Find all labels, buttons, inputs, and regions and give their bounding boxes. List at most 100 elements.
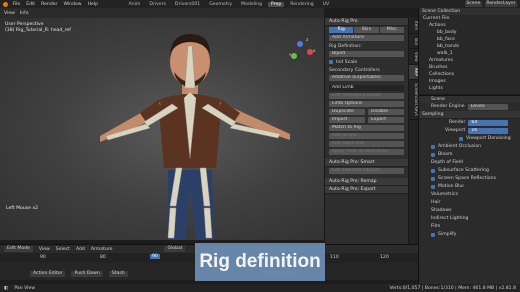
menu-render[interactable]: Render xyxy=(40,2,59,7)
outliner-item[interactable]: Images xyxy=(419,78,520,85)
view-menu[interactable]: View xyxy=(4,11,15,16)
workspace-tab-prep[interactable]: Prep xyxy=(268,1,285,7)
depth-of-field-section[interactable]: Depth of Field xyxy=(431,159,463,167)
add-shape-button[interactable]: Add Shape xyxy=(329,133,404,139)
secondary-controllers-label: Secondary Controllers xyxy=(329,67,380,73)
outliner-item[interactable]: bb_hands xyxy=(419,43,520,50)
push-down-button[interactable]: Push Down xyxy=(71,271,103,277)
gizmo-z-label[interactable]: Z xyxy=(306,38,308,42)
workspace-tab-rendering[interactable]: Rendering xyxy=(287,2,316,7)
outliner-item[interactable]: Lights xyxy=(419,85,520,92)
match-to-rig-button[interactable]: Match to Rig xyxy=(329,125,404,131)
gizmo-x-label[interactable]: X xyxy=(313,49,315,53)
viewport-samples-field[interactable]: 16 xyxy=(468,128,509,134)
gizmo-y-label[interactable]: Y xyxy=(289,53,291,57)
outliner-item[interactable]: Brushes xyxy=(419,64,520,71)
outliner-item[interactable]: walk_1 xyxy=(419,50,520,57)
section-checkbox[interactable] xyxy=(431,153,435,157)
outliner-item[interactable]: bb_body xyxy=(419,29,520,36)
menu-window[interactable]: Window xyxy=(62,2,83,7)
subsurface-section[interactable]: Subsurface Scattering xyxy=(438,167,489,175)
simplify-section[interactable]: Simplify xyxy=(438,231,456,239)
header-select-menu[interactable]: Select xyxy=(56,247,70,252)
import-button[interactable]: Import xyxy=(329,117,365,123)
properties-editor: Scene Render Engine Eevee Sampling Render… xyxy=(418,95,520,292)
scene-selector[interactable]: Scene xyxy=(464,1,482,7)
sidebar-tabs: Item Tool View ARP Screencast Keys xyxy=(408,18,419,244)
secondary-controllers-dropdown[interactable]: Additive (Exportable) xyxy=(329,75,404,81)
header-add-menu[interactable]: Add xyxy=(76,247,85,252)
smart-panel-title[interactable]: Auto-Rig Pro: Smart xyxy=(325,159,408,167)
view-layer-selector[interactable]: RenderLayer xyxy=(484,1,517,7)
section-checkbox[interactable] xyxy=(431,177,435,181)
tab-rig[interactable]: Rig xyxy=(329,27,354,33)
workspace-tab-modeling[interactable]: Modeling xyxy=(238,2,265,7)
remap-panel-title[interactable]: Auto-Rig Pro: Remap xyxy=(325,178,408,186)
current-frame-indicator[interactable]: 90 xyxy=(150,254,160,259)
outliner: Scene Collection Current File Actions bb… xyxy=(418,8,520,94)
viewport-denoising-checkbox[interactable] xyxy=(459,137,463,141)
menu-file[interactable]: File xyxy=(11,2,22,7)
film-section[interactable]: Film xyxy=(431,223,440,231)
tutorial-caption: Rig definition xyxy=(195,243,325,281)
tab-misc[interactable]: Misc xyxy=(379,27,404,33)
ambient-occlusion-section[interactable]: Ambient Occlusion xyxy=(438,143,481,151)
outliner-item[interactable]: Actions xyxy=(419,22,520,29)
outliner-item[interactable]: Collections xyxy=(419,71,520,78)
action-editor-dropdown[interactable]: Action Editor xyxy=(30,271,66,277)
disable-button[interactable]: Disable xyxy=(368,109,404,115)
render-engine-dropdown[interactable]: Eevee xyxy=(467,104,508,110)
add-hand-fist-button[interactable]: Add Hand Fist xyxy=(329,141,404,147)
section-checkbox[interactable] xyxy=(431,145,435,149)
mode-dropdown[interactable]: Edit Mode xyxy=(4,246,33,252)
sampling-section[interactable]: Sampling xyxy=(419,111,520,119)
rig-tab-selector[interactable]: Rig Skin Misc xyxy=(329,27,404,33)
shadows-section[interactable]: Shadows xyxy=(431,207,452,215)
workspace-tab-drivers001[interactable]: Drivers001 xyxy=(172,2,203,7)
status-bar: ◧ Pan View Verts:0/1,057 | Bones:1/310 |… xyxy=(0,284,520,292)
auto-rig-pro-panel: Auto-Rig Pro Rig Skin Misc Add Armature … xyxy=(324,18,408,244)
status-stats: Verts:0/1,057 | Bones:1/310 | Mem: 461.8… xyxy=(389,285,516,291)
header-view-menu[interactable]: View xyxy=(39,247,50,252)
bloom-section[interactable]: Bloom xyxy=(438,151,453,159)
workspace-tab-drivers[interactable]: Drivers xyxy=(146,2,169,7)
indirect-lighting-section[interactable]: Indirect Lighting xyxy=(431,215,468,223)
blender-logo-icon[interactable] xyxy=(3,1,8,7)
workspace-tab-uv[interactable]: UV xyxy=(320,2,333,7)
workspace-tab-geometry[interactable]: Geometry xyxy=(206,2,235,7)
top-menu-bar: File Edit Render Window Help Anim Driver… xyxy=(0,0,520,8)
ssr-section[interactable]: Screen Space Reflections xyxy=(438,175,496,183)
section-checkbox[interactable] xyxy=(431,169,435,173)
export-panel-title[interactable]: Auto-Rig Pro: Export xyxy=(325,186,408,194)
section-checkbox[interactable] xyxy=(431,233,435,237)
outliner-item[interactable]: Current File xyxy=(419,15,520,22)
stash-button[interactable]: Stash xyxy=(108,271,128,277)
orientation-dropdown[interactable]: Global xyxy=(164,246,186,252)
section-checkbox[interactable] xyxy=(431,185,435,189)
outliner-item[interactable]: bb_face xyxy=(419,36,520,43)
rig-definition-dropdown[interactable]: Biped xyxy=(329,51,404,57)
render-samples-field[interactable]: 64 xyxy=(468,120,509,126)
limb-options-button[interactable]: Limb Options xyxy=(329,101,404,107)
get-selected-objects-button[interactable]: Get Selected Objects xyxy=(329,168,404,174)
volumetrics-section[interactable]: Volumetrics xyxy=(431,191,458,199)
export-button[interactable]: Export xyxy=(368,117,404,123)
menu-edit[interactable]: Edit xyxy=(25,2,37,7)
workspace-tab-anim[interactable]: Anim xyxy=(126,2,144,7)
hair-section[interactable]: Hair xyxy=(431,199,440,207)
apply-pose-button[interactable]: Apply Pose as Rest Pose xyxy=(329,149,404,155)
duplicate-button[interactable]: Duplicate xyxy=(329,109,365,115)
info-menu[interactable]: Info xyxy=(20,11,29,16)
outliner-item[interactable]: Armatures xyxy=(419,57,520,64)
tab-skin[interactable]: Skin xyxy=(354,27,379,33)
header-armature-menu[interactable]: Armature xyxy=(91,247,113,252)
init-scale-checkbox[interactable] xyxy=(329,60,333,64)
3d-viewport[interactable]: User Perspective (38) Rig_Tutorial_R: he… xyxy=(0,18,324,240)
edit-reference-bones-button[interactable]: Edit Reference Bones xyxy=(329,93,404,99)
motion-blur-section[interactable]: Motion Blur xyxy=(438,183,464,191)
render-engine-label: Render Engine xyxy=(431,104,465,109)
panel-title[interactable]: Auto-Rig Pro xyxy=(325,18,408,26)
menu-help[interactable]: Help xyxy=(86,2,99,7)
add-limb-button[interactable]: Add Limb xyxy=(329,85,404,91)
add-armature-button[interactable]: Add Armature xyxy=(329,35,404,41)
